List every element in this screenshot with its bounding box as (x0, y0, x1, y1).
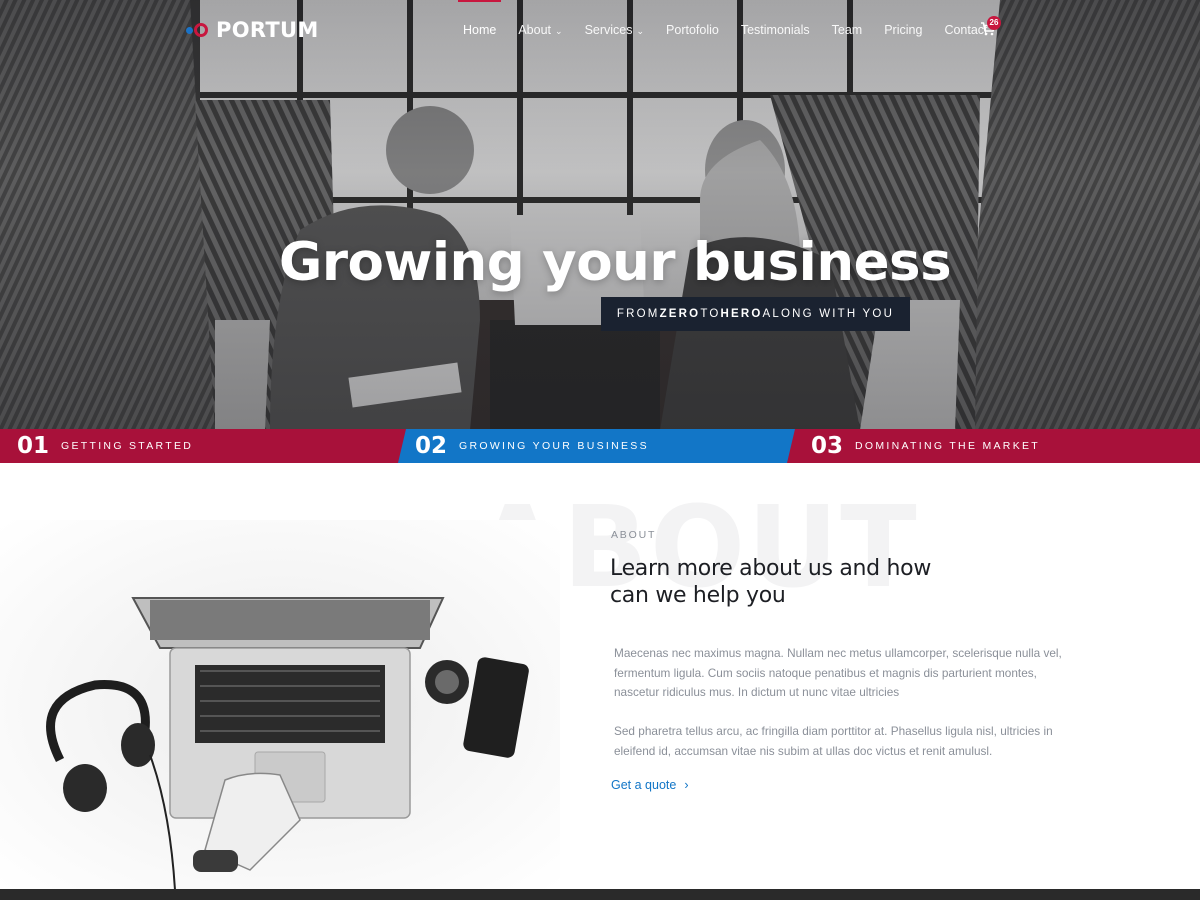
hero-subtitle-part: FROM (616, 308, 660, 320)
brand-name: PORTUM (216, 18, 319, 42)
hero-section: Growing your business FROM ZERO TO HERO … (0, 0, 1200, 430)
hero-subtitle-emphasis: ZERO (659, 308, 701, 320)
step-number: 01 (17, 433, 50, 459)
step-number: 02 (415, 433, 448, 459)
step-label: GROWING YOUR BUSINESS (459, 440, 649, 452)
nav-label: Services (584, 23, 633, 37)
step-1[interactable]: 01 GETTING STARTED (17, 429, 193, 463)
hero-subtitle-part: ALONG WITH YOU (762, 308, 895, 320)
nav-item-home[interactable]: Home (452, 0, 507, 60)
step-number: 03 (811, 433, 844, 459)
step-3[interactable]: 03 DOMINATING THE MARKET (811, 429, 1040, 463)
nav-label: Team (831, 23, 863, 37)
chevron-down-icon: ⌄ (636, 25, 645, 36)
hero-title: Growing your business (278, 232, 952, 293)
step-label: DOMINATING THE MARKET (855, 440, 1041, 452)
get-quote-label: Get a quote (611, 778, 677, 792)
nav-label: Home (463, 23, 497, 37)
nav-label: About (518, 23, 552, 37)
cart-count-badge: 26 (987, 16, 1001, 30)
chevron-down-icon: ⌄ (555, 25, 563, 36)
site-header: PORTUM Home About ⌄ Services ⌄ Portofolio … (0, 0, 1200, 60)
nav-label: Portofolio (666, 23, 719, 37)
hero-subtitle-part: TO (700, 308, 721, 320)
chevron-right-icon: › (684, 778, 689, 792)
nav-item-testimonials[interactable]: Testimonials (730, 0, 821, 60)
logo-mark-icon (186, 22, 210, 38)
nav-label: Testimonials (740, 23, 810, 37)
get-quote-link[interactable]: Get a quote › (611, 778, 689, 792)
about-heading: Learn more about us and how can we help … (610, 556, 932, 608)
about-paragraph-1: Maecenas nec maximus magna. Nullam nec m… (614, 646, 1062, 699)
nav-item-team[interactable]: Team (821, 0, 874, 60)
nav-label: Pricing (884, 23, 923, 37)
step-label: GETTING STARTED (61, 440, 194, 452)
hero-subtitle: FROM ZERO TO HERO ALONG WITH YOU (601, 297, 910, 331)
about-eyebrow: ABOUT (611, 529, 657, 541)
next-section-edge (0, 889, 1200, 900)
nav-item-about[interactable]: About ⌄ (507, 0, 573, 60)
hero-subtitle-emphasis: HERO (720, 308, 763, 320)
nav-item-portofolio[interactable]: Portofolio (655, 0, 730, 60)
brand-logo[interactable]: PORTUM (186, 18, 319, 42)
nav-item-services[interactable]: Services ⌄ (574, 0, 655, 60)
laptop-workspace-image (0, 520, 560, 890)
steps-bar: 01 GETTING STARTED 02 GROWING YOUR BUSIN… (0, 429, 1200, 463)
about-paragraph-2: Sed pharetra tellus arcu, ac fringilla d… (614, 724, 1053, 758)
main-nav: Home About ⌄ Services ⌄ Portofolio Testimo… (452, 0, 999, 60)
nav-item-pricing[interactable]: Pricing (873, 0, 933, 60)
hero-overlay (0, 0, 1200, 430)
step-2[interactable]: 02 GROWING YOUR BUSINESS (415, 429, 649, 463)
